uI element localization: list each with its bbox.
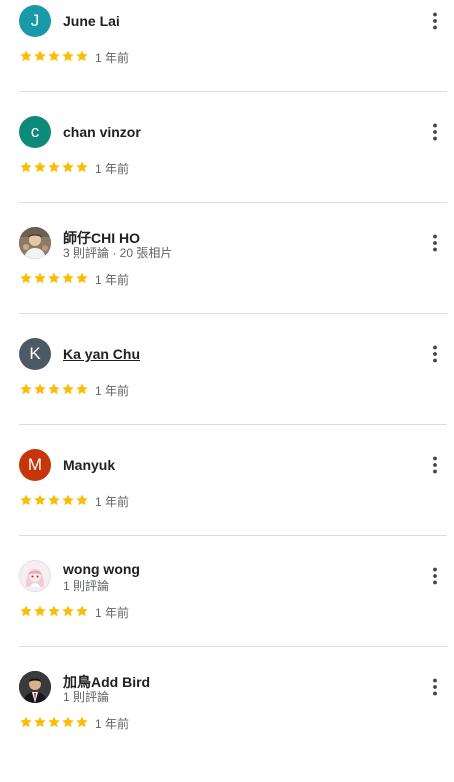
star-icon [62, 494, 74, 506]
star-icon [20, 494, 32, 506]
more-vert-icon [433, 234, 437, 252]
star-icon [34, 383, 46, 395]
review-time: 1 年前 [95, 606, 130, 620]
more-vert-icon [433, 345, 437, 363]
avatar[interactable] [19, 227, 51, 259]
star-icon [20, 161, 32, 173]
more-options-button[interactable] [423, 564, 447, 588]
reviewer-stats: 1 則評論 [63, 579, 110, 593]
star-icon [20, 716, 32, 728]
more-options-button[interactable] [423, 453, 447, 477]
star-icon [76, 494, 88, 506]
star-icon [62, 161, 74, 173]
star-icon [48, 272, 60, 284]
reviewer-name[interactable]: Ka yan Chu [63, 346, 140, 362]
star-rating [19, 271, 89, 285]
star-icon [48, 716, 60, 728]
more-options-button[interactable] [423, 9, 447, 33]
review-card: wong wong 1 則評論 1 年前 [19, 560, 447, 671]
avatar[interactable]: M [19, 449, 51, 481]
more-vert-icon [433, 123, 437, 141]
more-options-button[interactable] [423, 120, 447, 144]
more-vert-icon [433, 456, 437, 474]
more-options-button[interactable] [423, 675, 447, 699]
star-icon [62, 272, 74, 284]
reviewer-name[interactable]: chan vinzor [63, 124, 141, 140]
star-icon [20, 272, 32, 284]
reviewer-name[interactable]: wong wong [63, 561, 140, 577]
star-icon [20, 383, 32, 395]
star-icon [76, 605, 88, 617]
star-rating [19, 382, 89, 396]
star-icon [62, 605, 74, 617]
more-options-button[interactable] [423, 342, 447, 366]
star-icon [34, 716, 46, 728]
star-icon [34, 605, 46, 617]
star-icon [76, 161, 88, 173]
star-icon [48, 161, 60, 173]
review-card: c chan vinzor 1 年前 [19, 116, 447, 227]
star-rating [19, 493, 89, 507]
star-icon [48, 605, 60, 617]
divider [19, 646, 447, 647]
profile-photo-icon [20, 561, 50, 591]
reviewer-stats: 1 則評論 [63, 690, 110, 704]
star-icon [76, 716, 88, 728]
star-icon [62, 50, 74, 62]
avatar[interactable]: K [19, 338, 51, 370]
divider [19, 535, 447, 536]
star-icon [48, 383, 60, 395]
review-card: K Ka yan Chu 1 年前 [19, 338, 447, 449]
more-vert-icon [433, 567, 437, 585]
divider [19, 424, 447, 425]
reviewer-stats: 3 則評論 · 20 張相片 [63, 246, 173, 260]
profile-photo-icon [19, 227, 51, 259]
star-icon [34, 50, 46, 62]
star-icon [34, 161, 46, 173]
star-icon [62, 383, 74, 395]
profile-photo-icon [19, 671, 51, 703]
star-icon [76, 272, 88, 284]
review-time: 1 年前 [95, 51, 130, 65]
star-icon [20, 50, 32, 62]
star-icon [34, 272, 46, 284]
avatar[interactable]: c [19, 116, 51, 148]
review-card: M Manyuk 1 年前 [19, 449, 447, 560]
divider [19, 91, 447, 92]
avatar[interactable] [19, 560, 51, 592]
star-rating [19, 49, 89, 63]
review-time: 1 年前 [95, 717, 130, 731]
divider [19, 313, 447, 314]
star-icon [34, 494, 46, 506]
star-rating [19, 160, 89, 174]
star-icon [62, 716, 74, 728]
more-vert-icon [433, 678, 437, 696]
divider [19, 202, 447, 203]
review-card: J June Lai 1 年前 [19, 5, 447, 116]
star-rating [19, 715, 89, 729]
avatar[interactable] [19, 671, 51, 703]
review-card: 師仔CHI HO 3 則評論 · 20 張相片 1 年前 [19, 227, 447, 338]
star-icon [20, 605, 32, 617]
star-rating [19, 604, 89, 618]
star-icon [76, 383, 88, 395]
review-time: 1 年前 [95, 495, 130, 509]
more-options-button[interactable] [423, 231, 447, 255]
star-icon [48, 494, 60, 506]
review-card: 加鳥Add Bird 1 則評論 1 年前 [19, 671, 447, 782]
reviewer-name[interactable]: June Lai [63, 13, 120, 29]
avatar[interactable]: J [19, 5, 51, 37]
reviewer-name[interactable]: Manyuk [63, 457, 115, 473]
star-icon [48, 50, 60, 62]
more-vert-icon [433, 12, 437, 30]
review-time: 1 年前 [95, 384, 130, 398]
review-time: 1 年前 [95, 273, 130, 287]
review-time: 1 年前 [95, 162, 130, 176]
star-icon [76, 50, 88, 62]
